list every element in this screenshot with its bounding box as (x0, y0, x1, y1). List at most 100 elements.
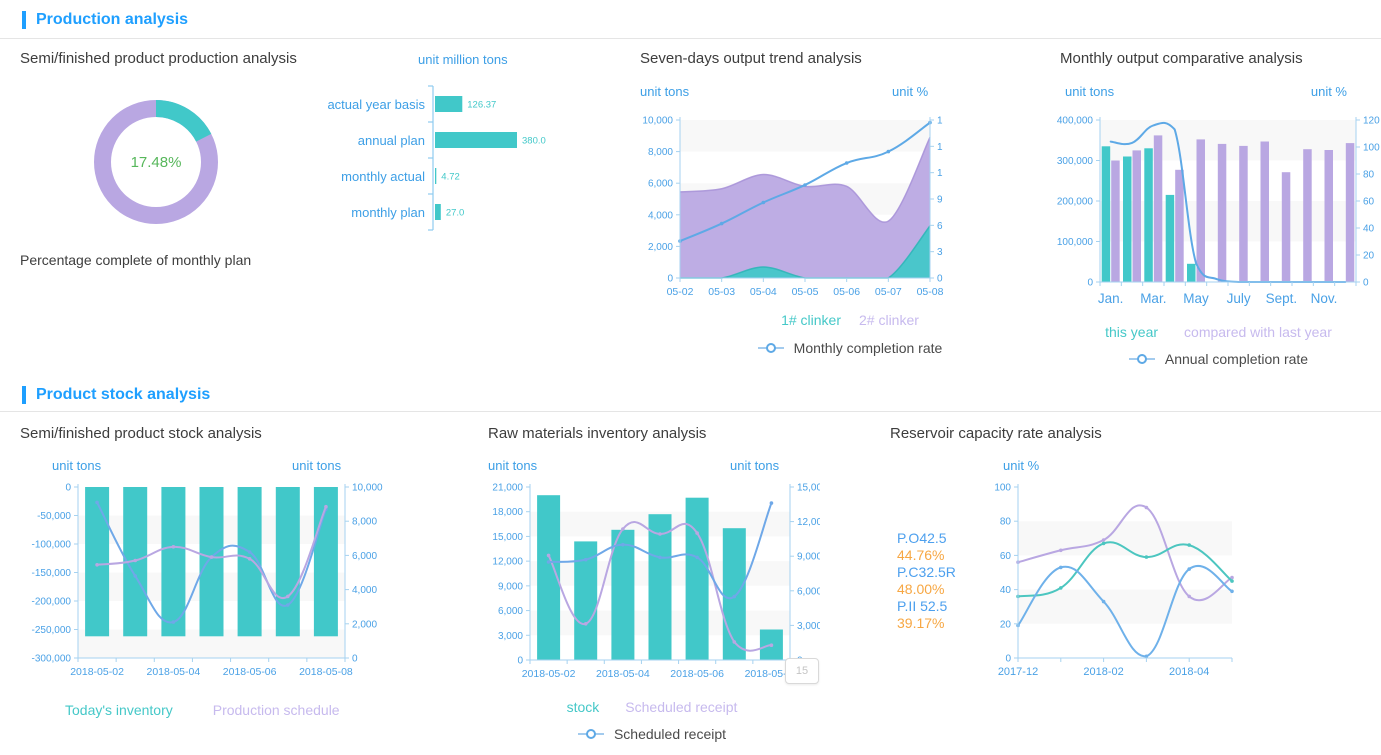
svg-text:9: 9 (937, 195, 943, 206)
svg-text:0: 0 (1005, 654, 1011, 665)
panel-stock-analysis: Semi/finished product stock analysis uni… (20, 418, 470, 755)
svg-text:4,000: 4,000 (352, 585, 377, 596)
panel-seven-days: Seven-days output trend analysis unit to… (640, 46, 1060, 376)
svg-text:80: 80 (1000, 517, 1012, 528)
legend-item-inventory[interactable]: Today's inventory (65, 702, 173, 718)
svg-text:Jan.: Jan. (1098, 291, 1124, 306)
legend-item-stock[interactable]: stock (567, 699, 600, 715)
unit-left-label: unit tons (1065, 84, 1114, 99)
svg-text:27.0: 27.0 (446, 208, 465, 219)
unit-label: unit % (1003, 458, 1039, 473)
production-dashboard: Production analysis Semi/finished produc… (0, 0, 1381, 755)
svg-text:15,000: 15,000 (797, 483, 820, 494)
raw-materials-chart[interactable]: 03,0006,0009,00012,00015,00018,00021,000… (484, 478, 820, 697)
legend-item-2-clinker[interactable]: 2# clinker (859, 312, 919, 328)
svg-text:05-07: 05-07 (875, 286, 902, 298)
section-divider (0, 411, 1381, 412)
unit-right-label: unit tons (292, 458, 341, 473)
svg-text:8,000: 8,000 (352, 517, 377, 528)
svg-text:05-02: 05-02 (667, 286, 694, 298)
svg-text:400,000: 400,000 (1057, 116, 1094, 127)
svg-text:2018-05-04: 2018-05-04 (596, 668, 650, 680)
section-header-production: Production analysis (22, 9, 188, 31)
unit-right-label: unit % (892, 84, 928, 99)
svg-text:6,000: 6,000 (498, 606, 523, 617)
seven-days-chart[interactable]: 02,0004,0006,0008,00010,000036912151805-… (598, 110, 943, 315)
svg-text:6,000: 6,000 (648, 179, 673, 190)
svg-text:18: 18 (937, 116, 943, 127)
monthly-output-chart[interactable]: 0100,000200,000300,000400,00002040608010… (1046, 110, 1381, 329)
svg-text:6,000: 6,000 (352, 551, 377, 562)
svg-text:-150,000: -150,000 (32, 568, 72, 579)
svg-text:100: 100 (994, 483, 1011, 494)
unit-left-label: unit tons (52, 458, 101, 473)
reservoir-grade-labels: P.O42.5 44.76% P.C32.5R 48.00% P.II 52.5… (897, 530, 956, 632)
production-bar-chart[interactable]: actual year basis126.37annual plan380.0m… (300, 82, 600, 247)
svg-text:05-03: 05-03 (708, 286, 735, 298)
panel-title: Monthly output comparative analysis (1060, 50, 1303, 67)
stock-analysis-chart[interactable]: -300,000-250,000-200,000-150,000-100,000… (20, 478, 440, 693)
svg-text:2018-05-08: 2018-05-08 (299, 666, 353, 678)
svg-text:-50,000: -50,000 (37, 511, 71, 522)
svg-text:8,000: 8,000 (648, 147, 673, 158)
grade-name: P.C32.5R (897, 564, 956, 581)
legend-item-scheduled-receipt-line[interactable]: Scheduled receipt (614, 726, 726, 742)
panel-production-analysis: Semi/finished product production analysi… (20, 46, 620, 376)
svg-text:2018-05-06: 2018-05-06 (670, 668, 724, 680)
legend-item-annual-rate[interactable]: Annual completion rate (1165, 351, 1308, 367)
svg-text:2018-05-04: 2018-05-04 (146, 666, 200, 678)
grade-name: P.O42.5 (897, 530, 956, 547)
legend-line[interactable]: Monthly completion rate (640, 340, 1060, 356)
legend-line[interactable]: Annual completion rate (1056, 351, 1381, 367)
svg-text:9,000: 9,000 (797, 552, 820, 563)
svg-text:40: 40 (1363, 224, 1375, 235)
legend-line[interactable]: Scheduled receipt (484, 726, 820, 742)
svg-text:15,000: 15,000 (492, 532, 523, 543)
svg-text:05-06: 05-06 (833, 286, 860, 298)
section-title: Production analysis (36, 11, 188, 29)
legend-item-this-year[interactable]: this year (1105, 324, 1158, 340)
svg-text:2018-04: 2018-04 (1169, 666, 1209, 678)
line-legend-icon (1129, 353, 1155, 365)
grade-rate: 44.76% (897, 547, 956, 564)
legend-item-last-year[interactable]: compared with last year (1184, 324, 1332, 340)
svg-text:80: 80 (1363, 170, 1375, 181)
svg-text:20: 20 (1000, 619, 1012, 630)
legend-bars: this year compared with last year (1056, 324, 1381, 340)
legend-item-schedule[interactable]: Production schedule (213, 702, 340, 718)
monthly-plan-donut-chart[interactable]: 17.48% (76, 82, 236, 247)
svg-text:4,000: 4,000 (648, 210, 673, 221)
svg-text:2018-05-06: 2018-05-06 (223, 666, 277, 678)
svg-text:05-05: 05-05 (792, 286, 819, 298)
unit-label: unit million tons (418, 52, 508, 67)
svg-text:40: 40 (1000, 585, 1012, 596)
panel-monthly-output: Monthly output comparative analysis unit… (1056, 46, 1381, 376)
section-divider (0, 38, 1381, 39)
unit-left-label: unit tons (488, 458, 537, 473)
legend-item-1-clinker[interactable]: 1# clinker (781, 312, 841, 328)
grade-name: P.II 52.5 (897, 598, 956, 615)
svg-text:3: 3 (937, 247, 943, 258)
svg-text:200,000: 200,000 (1057, 197, 1094, 208)
svg-text:100,000: 100,000 (1057, 237, 1094, 248)
reservoir-chart[interactable]: 0204060801002017-122018-022018-04 (972, 478, 1257, 691)
svg-text:-300,000: -300,000 (32, 654, 72, 665)
donut-caption: Percentage complete of monthly plan (20, 252, 251, 268)
line-legend-icon (578, 728, 604, 740)
svg-text:05-08: 05-08 (917, 286, 943, 298)
svg-text:15: 15 (937, 142, 943, 153)
svg-text:60: 60 (1000, 551, 1012, 562)
svg-text:18,000: 18,000 (492, 507, 523, 518)
panel-title: Semi/finished product stock analysis (20, 425, 262, 442)
svg-text:380.0: 380.0 (522, 136, 546, 147)
legend-item-scheduled-receipt[interactable]: Scheduled receipt (625, 699, 737, 715)
svg-text:3,000: 3,000 (498, 631, 523, 642)
svg-text:120: 120 (1363, 116, 1380, 127)
svg-text:Sept.: Sept. (1266, 291, 1298, 306)
svg-text:4.72: 4.72 (441, 172, 460, 183)
svg-text:12,000: 12,000 (797, 517, 820, 528)
svg-text:300,000: 300,000 (1057, 156, 1094, 167)
svg-text:-200,000: -200,000 (32, 597, 72, 608)
section-title: Product stock analysis (36, 386, 210, 404)
legend-item-completion-rate[interactable]: Monthly completion rate (794, 340, 943, 356)
